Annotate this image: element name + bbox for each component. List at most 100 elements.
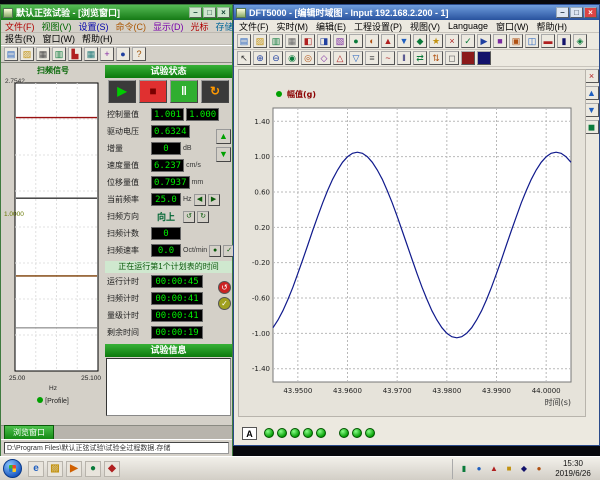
tool-icon[interactable]: ▽ bbox=[349, 51, 363, 65]
print-icon[interactable]: ▦ bbox=[285, 34, 299, 48]
help-icon[interactable]: ? bbox=[132, 47, 146, 61]
tool-icon[interactable]: ▬ bbox=[541, 34, 555, 48]
pause-button[interactable]: ‖ bbox=[170, 80, 198, 103]
folder-icon[interactable]: ▨ bbox=[47, 461, 63, 477]
grid-icon[interactable]: ▦ bbox=[84, 47, 98, 61]
print-icon[interactable]: ▦ bbox=[36, 47, 50, 61]
tool-icon[interactable]: ★ bbox=[429, 34, 443, 48]
zoom-icon[interactable]: ● bbox=[116, 47, 130, 61]
tool-icon[interactable]: ◇ bbox=[317, 51, 331, 65]
list-icon[interactable]: ≡ bbox=[365, 51, 379, 65]
tool-icon[interactable]: ▧ bbox=[333, 34, 347, 48]
clock[interactable]: 15:30 2019/6/26 bbox=[549, 459, 597, 479]
close-button[interactable]: × bbox=[584, 7, 597, 18]
save-icon[interactable]: ▤ bbox=[237, 34, 251, 48]
tool-icon[interactable]: ▼ bbox=[397, 34, 411, 48]
run-icon[interactable]: ▶ bbox=[477, 34, 491, 48]
frame-icon[interactable]: ◻ bbox=[445, 51, 459, 65]
tool-icon[interactable]: ▮ bbox=[557, 34, 571, 48]
stop-icon[interactable]: ■ bbox=[493, 34, 507, 48]
start-button[interactable] bbox=[3, 459, 22, 478]
maximize-button[interactable]: □ bbox=[203, 7, 216, 18]
stop-button[interactable]: ■ bbox=[139, 80, 167, 103]
pointer-icon[interactable]: ↖ bbox=[237, 51, 251, 65]
network-icon[interactable]: ● bbox=[473, 463, 485, 475]
menu-item[interactable]: 文件(F) bbox=[239, 20, 269, 33]
report-icon[interactable]: ▥ bbox=[52, 47, 66, 61]
title-bar[interactable]: DFT5000 - [编辑时域图 - Input 192.168.2.200 -… bbox=[234, 5, 599, 20]
field-button[interactable]: ● bbox=[209, 245, 221, 257]
pause-icon[interactable]: ‖ bbox=[397, 51, 411, 65]
sweep-legend[interactable]: [Profile] bbox=[3, 397, 103, 405]
save-icon[interactable]: ▤ bbox=[4, 47, 18, 61]
menu-item[interactable]: 编辑(E) bbox=[316, 20, 346, 33]
chart-icon[interactable]: ▙ bbox=[68, 47, 82, 61]
tray-icon[interactable]: ◆ bbox=[518, 463, 530, 475]
sort-icon[interactable]: ⇅ bbox=[429, 51, 443, 65]
menu-item[interactable]: 存储 bbox=[216, 20, 234, 33]
close-button[interactable]: × bbox=[217, 7, 230, 18]
scroll-up-icon[interactable]: ▲ bbox=[585, 86, 599, 100]
minimize-button[interactable]: – bbox=[189, 7, 202, 18]
level-down-button[interactable]: ▼ bbox=[216, 147, 231, 162]
flag-red-icon[interactable] bbox=[461, 51, 475, 65]
field-button[interactable]: ▶ bbox=[208, 194, 220, 206]
menu-item[interactable]: 窗口(W) bbox=[496, 20, 529, 33]
tool-icon[interactable]: ● bbox=[349, 34, 363, 48]
tool-icon[interactable]: ◨ bbox=[317, 34, 331, 48]
title-bar[interactable]: 默认正弦试验 - [浏览窗口] –□× bbox=[1, 5, 232, 20]
open-folder-icon[interactable]: ▨ bbox=[253, 34, 267, 48]
level-up-button[interactable]: ▲ bbox=[216, 129, 231, 144]
menu-item[interactable]: 显示(D) bbox=[153, 20, 184, 33]
media-player-icon[interactable]: ▶ bbox=[66, 461, 82, 477]
zoom-out-icon[interactable]: ⊖ bbox=[269, 51, 283, 65]
open-folder-icon[interactable]: ▨ bbox=[20, 47, 34, 61]
tool-icon[interactable]: △ bbox=[333, 51, 347, 65]
cursor-icon[interactable]: + bbox=[100, 47, 114, 61]
tool-icon[interactable]: ▣ bbox=[509, 34, 523, 48]
maximize-button[interactable]: □ bbox=[570, 7, 583, 18]
tool-icon[interactable]: ◉ bbox=[285, 51, 299, 65]
antivirus-icon[interactable]: ▲ bbox=[488, 463, 500, 475]
minimize-button[interactable]: – bbox=[556, 7, 569, 18]
menu-item[interactable]: 命令(C) bbox=[116, 20, 147, 33]
menu-item[interactable]: 工程设置(P) bbox=[354, 20, 402, 33]
menu-item[interactable]: 文件(F) bbox=[5, 20, 35, 33]
confirm-icon[interactable]: ✓ bbox=[461, 34, 475, 48]
close-panel-icon[interactable]: × bbox=[585, 69, 599, 83]
menu-item[interactable]: 实时(M) bbox=[277, 20, 309, 33]
menu-item[interactable]: Language bbox=[448, 21, 488, 31]
menu-item[interactable]: 报告(R) bbox=[5, 32, 36, 45]
tool-icon[interactable]: ◧ bbox=[301, 34, 315, 48]
loop-button[interactable]: ↻ bbox=[201, 80, 229, 103]
app-icon[interactable]: ● bbox=[85, 461, 101, 477]
menu-item[interactable]: 窗口(W) bbox=[43, 32, 76, 45]
field-button[interactable]: ◀ bbox=[194, 194, 206, 206]
zoom-in-icon[interactable]: ⊕ bbox=[253, 51, 267, 65]
tool-icon[interactable]: ◫ bbox=[525, 34, 539, 48]
tool-icon[interactable]: ◐ bbox=[365, 34, 379, 48]
record-icon[interactable]: ◼ bbox=[585, 120, 599, 134]
wave-icon[interactable]: ~ bbox=[381, 51, 395, 65]
field-button[interactable]: ↺ bbox=[183, 211, 195, 223]
flag-navy-icon[interactable] bbox=[477, 51, 491, 65]
timer-hold-button[interactable]: ✓ bbox=[218, 297, 231, 310]
tool-icon[interactable]: ▲ bbox=[381, 34, 395, 48]
menu-item[interactable]: 视图(V) bbox=[42, 20, 72, 33]
tool-icon[interactable]: ◎ bbox=[301, 51, 315, 65]
app-icon[interactable]: ◆ bbox=[104, 461, 120, 477]
scroll-down-icon[interactable]: ▼ bbox=[585, 103, 599, 117]
channel-a-button[interactable]: A bbox=[242, 427, 257, 440]
tool-icon[interactable]: ◈ bbox=[573, 34, 587, 48]
volume-icon[interactable]: ▮ bbox=[458, 463, 470, 475]
delete-icon[interactable]: × bbox=[445, 34, 459, 48]
tab-browse-window[interactable]: 浏览窗口 bbox=[4, 425, 54, 439]
update-icon[interactable]: ■ bbox=[503, 463, 515, 475]
menu-item[interactable]: 帮助(H) bbox=[537, 20, 568, 33]
plot-area[interactable] bbox=[273, 108, 571, 382]
report-icon[interactable]: ▥ bbox=[269, 34, 283, 48]
start-button[interactable]: ▶ bbox=[108, 80, 136, 103]
browser-icon[interactable]: e bbox=[28, 461, 44, 477]
tool-icon[interactable]: ◆ bbox=[413, 34, 427, 48]
tray-icon[interactable]: ● bbox=[533, 463, 545, 475]
